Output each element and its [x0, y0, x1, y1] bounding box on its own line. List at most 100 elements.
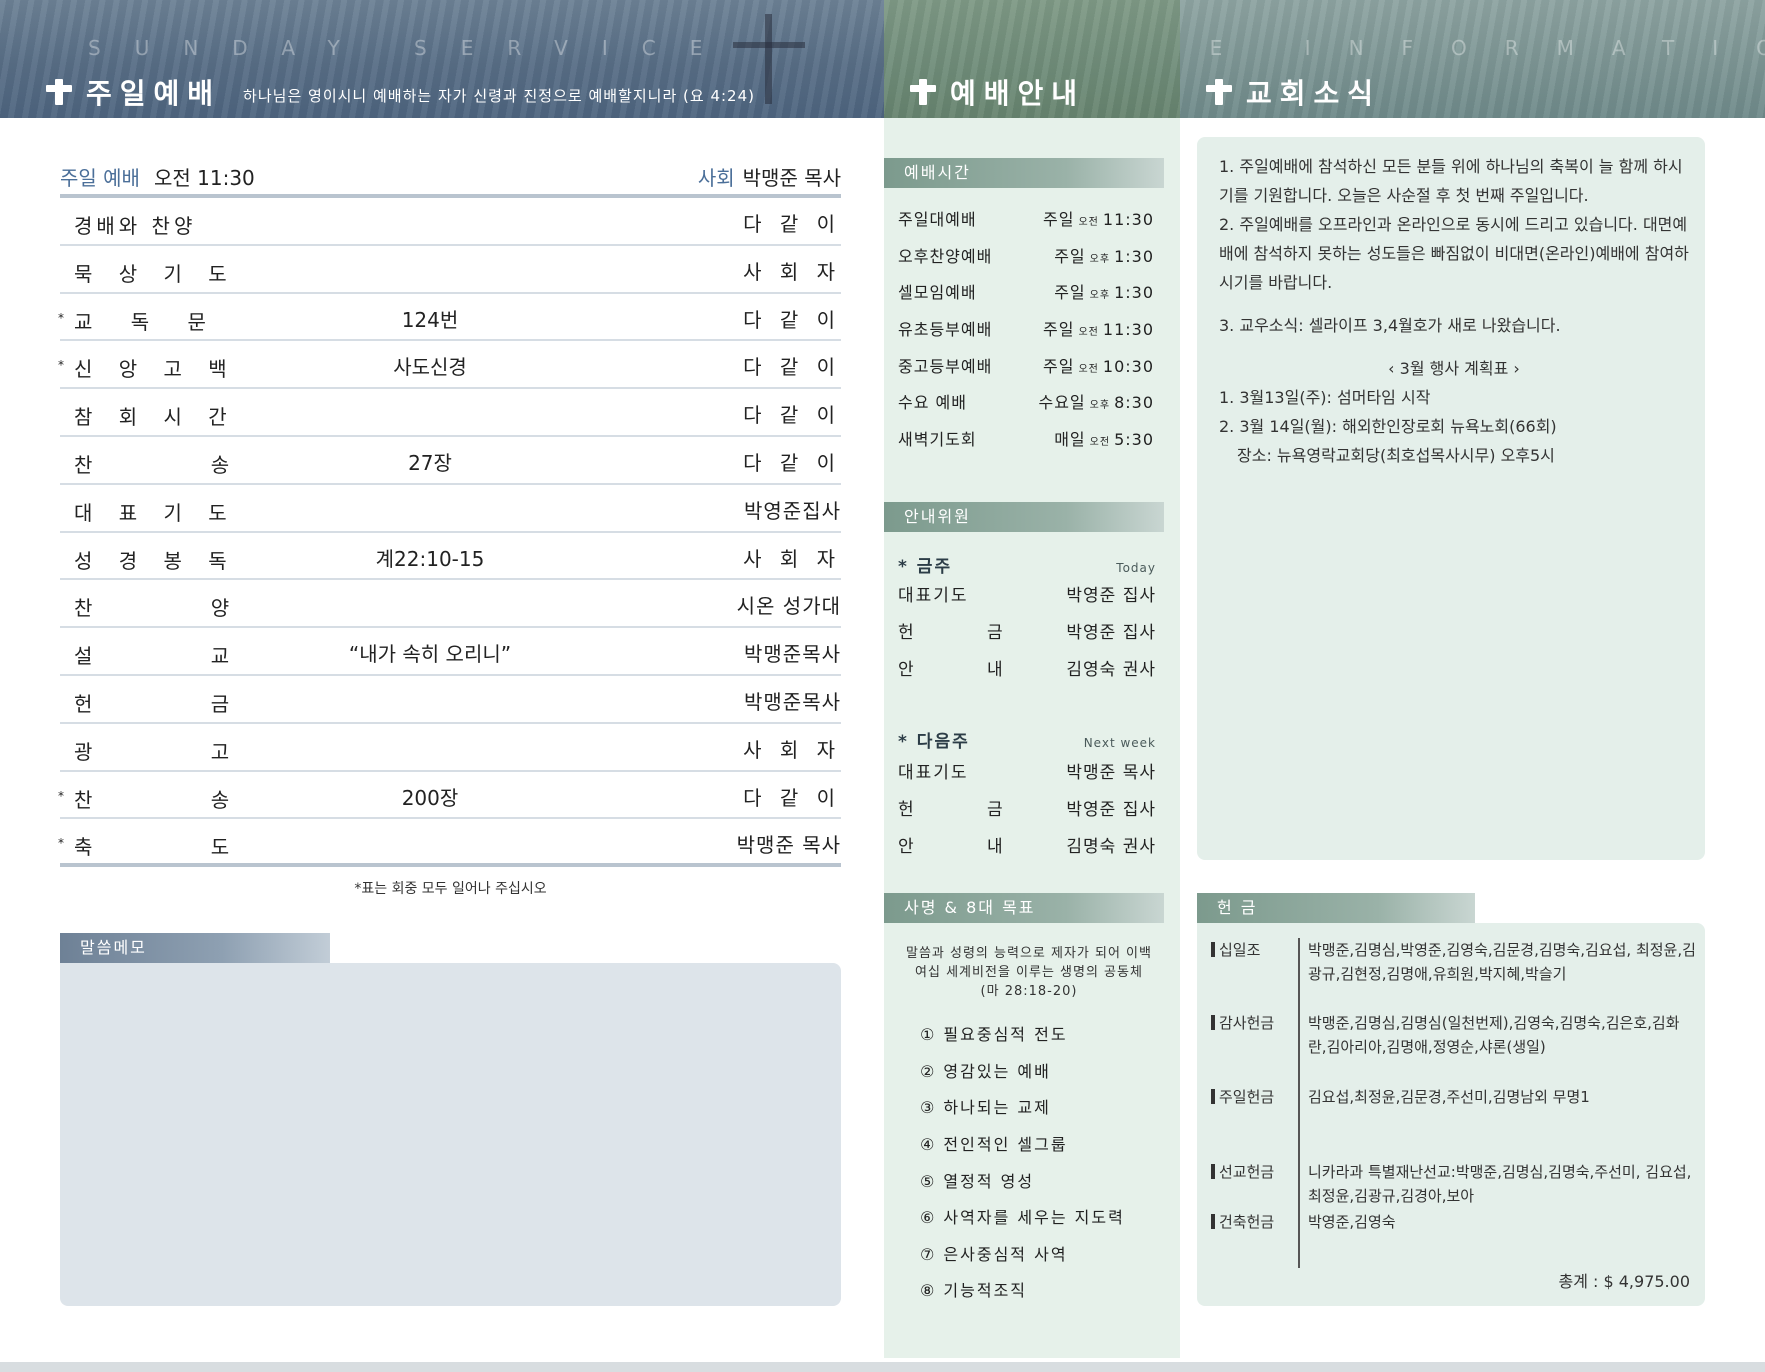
- usher-person: 김명숙 권사: [1066, 837, 1156, 857]
- offering-names: 박영준,김영숙: [1308, 1213, 1396, 1231]
- worship-day: 매일: [1054, 429, 1086, 449]
- service-item-detail: 124번: [401, 307, 459, 332]
- offering-kind-label: 십일조: [1219, 941, 1261, 959]
- offering-kind-label: 주일헌금: [1219, 1088, 1275, 1106]
- cross-icon: [46, 79, 72, 105]
- usher-row: 헌 금 박영준 집사: [898, 789, 1156, 826]
- total-amount: $ 4,975.00: [1603, 1272, 1690, 1291]
- worship-time-row: 새벽기도회 매일 오전 5:30: [898, 420, 1154, 457]
- service-item-name: 찬 송: [74, 787, 286, 812]
- section-title-worship-guide: 예배안내: [950, 77, 1086, 110]
- worship-time: 10:30: [1102, 356, 1154, 376]
- event-item: 1. 3월13일(주): 섬머타임 시작: [1219, 388, 1431, 407]
- service-item-leader: 사 회 자: [743, 259, 841, 284]
- service-row: 묵 상 기 도사 회 자: [60, 246, 841, 294]
- service-row: 찬 양 시온 성가대: [60, 580, 841, 629]
- news-item: 3. 교우소식: 셀라이프 3,4월호가 새로 나왔습니다.: [1219, 316, 1561, 335]
- bullet-bar-icon: [1211, 1015, 1215, 1030]
- service-item-name: 참 회 시 간: [74, 405, 237, 430]
- service-row: * 찬 송 200장 다 같 이: [58, 772, 841, 820]
- worship-time-row: 수요 예배 수요일 오후 8:30: [898, 383, 1154, 420]
- usher-role: 대표기도: [898, 763, 969, 783]
- goal-item: ① 필요중심적 전도: [920, 1025, 1068, 1045]
- worship-ampm: 오후: [1089, 400, 1111, 412]
- offering-names: 박맹준,김명심,박영준,김영숙,김문경,김명숙,김요섭, 최정윤,김광규,김현정…: [1308, 941, 1696, 983]
- worship-ampm: 오전: [1089, 436, 1111, 448]
- service-time-group: 주일 예배 오전 11:30: [60, 162, 255, 191]
- page-bottom-strip: [0, 1362, 1765, 1372]
- service-time: 오전 11:30: [153, 165, 255, 190]
- service-label: 주일 예배: [60, 165, 140, 190]
- worship-name: 셀모임예배: [898, 283, 977, 303]
- service-item-leader: 다 같 이: [743, 307, 841, 332]
- worship-time: 1:30: [1114, 283, 1154, 303]
- service-item-leader: 다 같 이: [743, 785, 841, 810]
- total-label: 총계 :: [1558, 1272, 1599, 1291]
- worship-time: 11:30: [1102, 210, 1154, 230]
- worship-time-row: 유초등부예배 주일 오전 11:30: [898, 310, 1154, 347]
- service-item-leader: 사 회 자: [743, 737, 841, 762]
- ushers-tab: 안내위원: [884, 502, 1164, 532]
- offering-total: 총계 : $ 4,975.00: [1400, 1268, 1690, 1292]
- standing-note: *표는 회중 모두 일어나 주십시오: [354, 881, 547, 897]
- worship-day: 주일: [1054, 283, 1086, 303]
- service-item-detail: 계22:10-15: [375, 546, 485, 571]
- service-item-leader: 사 회 자: [743, 546, 841, 571]
- service-item-leader: 박맹준목사: [744, 689, 841, 714]
- standing-marker: *: [58, 358, 64, 373]
- worship-ampm: 오전: [1078, 217, 1099, 229]
- offering-names: 박맹준,김명심,김명심(일천번제),김영숙,김명숙,김은호,김화란,김아리아,김…: [1308, 1014, 1680, 1056]
- offering-kind: 건축헌금: [1211, 1210, 1291, 1234]
- service-row: 헌 금 박맹준목사: [60, 676, 841, 724]
- next-week-label: * 다음주: [898, 732, 970, 752]
- service-item-name: 헌 금: [74, 691, 286, 716]
- goal-item: ③ 하나되는 교제: [920, 1098, 1051, 1118]
- goal-item: ⑥ 사역자를 세우는 지도력: [920, 1208, 1125, 1228]
- worship-name: 새벽기도회: [898, 429, 977, 449]
- host-name: 박맹준 목사: [742, 165, 841, 190]
- this-week-en-label: Today: [1116, 561, 1156, 575]
- usher-role: 안 내: [898, 837, 1037, 857]
- section-title-sunday-service: 주일예배: [86, 77, 222, 110]
- usher-role: 안 내: [898, 660, 1037, 680]
- worship-times-list: 주일대예배 주일 오전 11:30 오후찬양예배 주일 오후 1:30 셀모임예배 주일 오후 1…: [898, 200, 1154, 456]
- usher-row: 대표기도 박맹준 목사: [898, 752, 1156, 789]
- news-item: 2. 주일예배를 오프라인과 온라인으로 동시에 드리고 있습니다. 대면예배에…: [1219, 215, 1689, 292]
- service-item-detail: 27장: [408, 450, 452, 475]
- worship-time: 5:30: [1114, 429, 1154, 449]
- goals-list: ① 필요중심적 전도 ② 영감있는 예배 ③ 하나되는 교제 ④ 전인적인 셀그…: [920, 1015, 1160, 1308]
- usher-person: 박영준 집사: [1066, 586, 1156, 606]
- worship-day: 주일: [1043, 210, 1075, 230]
- header-banner-left: SUNDAY SERVICE 주일예배 하나님은 영이시니 예배하는 자가 신령…: [0, 0, 884, 118]
- offering-kind-label: 감사헌금: [1219, 1014, 1275, 1032]
- worship-day: 주일: [1043, 356, 1075, 376]
- service-item-name: 광 고: [74, 739, 286, 764]
- service-item-name: 찬 송: [74, 452, 286, 477]
- service-item-leader: 다 같 이: [743, 450, 841, 475]
- service-item-name: 경배와 찬양: [74, 214, 197, 238]
- worship-name: 유초등부예배: [898, 320, 993, 340]
- usher-role: 헌 금: [898, 800, 1037, 820]
- this-week-label: * 금주: [898, 557, 953, 577]
- worship-time: 1:30: [1114, 246, 1154, 266]
- offering-kind: 십일조: [1211, 938, 1291, 962]
- service-row: * 축 도 박맹준 목사: [58, 819, 841, 868]
- worship-name: 수요 예배: [898, 393, 967, 413]
- worship-ampm: 오후: [1089, 253, 1111, 265]
- service-row: 성 경 봉 독 계22:10-15 사 회 자: [60, 533, 841, 581]
- service-item-leader: 다 같 이: [743, 355, 841, 380]
- bullet-bar-icon: [1211, 1089, 1215, 1104]
- worship-schedule: 주일 오전 11:30: [1028, 316, 1154, 340]
- service-item-leader: 다 같 이: [743, 212, 841, 236]
- usher-person: 박영준 집사: [1066, 623, 1156, 643]
- service-row: 찬 송 27장 다 같 이: [60, 437, 841, 485]
- worship-day: 주일: [1043, 320, 1075, 340]
- sermon-memo-area[interactable]: [60, 963, 841, 1306]
- section-title-church-news: 교회소식: [1246, 77, 1382, 110]
- mission-statement: 말씀과 성령의 능력으로 제자가 되어 이백 여십 세계비전을 이루는 생명의 …: [906, 946, 1152, 999]
- usher-row: 안 내 김명숙 권사: [898, 826, 1156, 863]
- event-item: 2. 3월 14일(월): 해외한인장로회 뉴욕노회(66회): [1219, 417, 1557, 436]
- service-item-detail: 200장: [401, 785, 459, 810]
- order-of-service-list: 경배와 찬양 다 같 이 묵 상 기 도사 회 자 * 교 독 문 124번 다 같 이…: [58, 198, 841, 868]
